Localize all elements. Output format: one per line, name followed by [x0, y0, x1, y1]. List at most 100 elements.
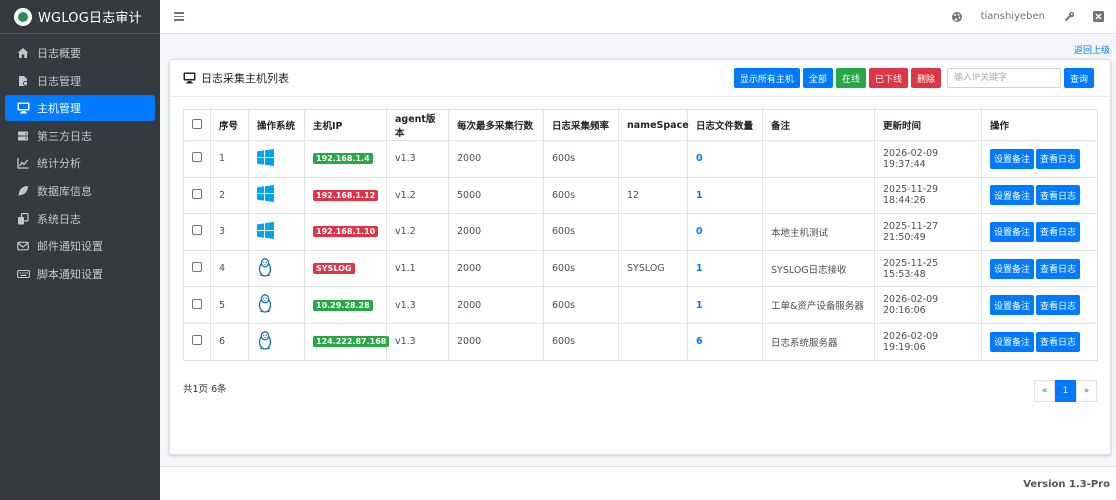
back-link[interactable]: 返回上级: [1074, 43, 1110, 56]
prev-page-button[interactable]: «: [1034, 380, 1055, 402]
view-log-button[interactable]: 查看日志: [1036, 331, 1081, 352]
linux-icon: [257, 330, 273, 353]
file-count-link[interactable]: 0: [696, 153, 703, 164]
file-count-link[interactable]: 1: [696, 300, 703, 311]
column-header: 日志文件数量: [687, 109, 763, 141]
sidebar-item-1[interactable]: 日志概要: [5, 40, 155, 66]
set-note-button[interactable]: 设置备注: [990, 148, 1035, 169]
ip-badge: 10.29.28.28: [313, 299, 373, 311]
pagination: « 1 »: [1034, 380, 1097, 402]
host-list-card: 日志采集主机列表 显示所有主机 全部 在线 已下线 删除 查询: [169, 59, 1111, 455]
file-count-link[interactable]: 6: [696, 336, 703, 347]
max-lines-cell: 5000: [457, 189, 482, 201]
note-cell: SYSLOG日志接收: [771, 264, 847, 276]
file-count-link[interactable]: 1: [696, 263, 703, 274]
column-header: 主机IP: [304, 109, 387, 141]
username[interactable]: tianshiyeben: [981, 11, 1045, 22]
show-all-hosts-button[interactable]: 显示所有主机: [733, 68, 800, 88]
frequency-cell: 600s: [552, 263, 576, 275]
key-icon[interactable]: [1063, 11, 1075, 23]
sidebar-item-label: 日志管理: [37, 74, 81, 88]
view-log-button[interactable]: 查看日志: [1036, 221, 1081, 242]
palette-icon[interactable]: [951, 11, 963, 23]
column-header: nameSpace: [618, 109, 689, 141]
sidebar-item-7[interactable]: 系统日志: [5, 206, 155, 232]
sidebar-item-label: 第三方日志: [37, 129, 92, 143]
version-label: Version 1.3-Pro: [1023, 479, 1110, 490]
column-header: agent版本: [386, 109, 449, 141]
max-lines-cell: 2000: [457, 153, 482, 165]
set-note-button[interactable]: 设置备注: [990, 331, 1035, 352]
sidebar-item-4[interactable]: 第三方日志: [5, 123, 155, 149]
all-button[interactable]: 全部: [802, 68, 833, 88]
envelope-icon: [16, 239, 30, 253]
agent-version-cell: v1.3: [395, 153, 416, 165]
delete-button[interactable]: 删除: [910, 68, 941, 88]
frequency-cell: 600s: [552, 299, 576, 311]
keyboard-icon: [16, 267, 30, 281]
updated-time-cell: 2026-02-09 19:19:06: [883, 330, 939, 353]
max-lines-cell: 2000: [457, 299, 482, 311]
sidebar-item-label: 脚本通知设置: [37, 267, 103, 281]
row-checkbox[interactable]: [192, 298, 202, 309]
file-count-link[interactable]: 1: [696, 190, 703, 201]
updated-time-cell: 2025-11-29 18:44:26: [883, 184, 939, 207]
sidebar-item-6[interactable]: 数据库信息: [5, 178, 155, 204]
row-checkbox[interactable]: [192, 262, 202, 273]
column-header: 日志采集频率: [543, 109, 619, 141]
offline-button[interactable]: 已下线: [868, 68, 908, 88]
agent-version-cell: v1.1: [395, 263, 416, 275]
agent-version-cell: v1.3: [395, 336, 416, 348]
column-header: 每次最多采集行数: [448, 109, 544, 141]
main-footer: Version 1.3-Pro: [160, 466, 1116, 500]
ip-search-input[interactable]: [946, 68, 1061, 88]
copy-icon: [16, 212, 30, 226]
home-icon: [16, 46, 30, 60]
max-lines-cell: 2000: [457, 336, 482, 348]
table-row: 6 124.222.87.168 v1.3 2000 600s 6 日志系统服务器 2026-…: [183, 322, 1098, 361]
seq-cell: 6: [219, 336, 226, 348]
set-note-button[interactable]: 设置备注: [990, 258, 1035, 279]
sidebar-item-3[interactable]: 主机管理: [5, 95, 155, 122]
note-cell: 本地主机测试: [771, 227, 829, 239]
column-header: 备注: [762, 109, 875, 141]
seq-cell: 1: [219, 153, 226, 165]
card-title: 日志采集主机列表: [183, 70, 289, 86]
column-header: 操作: [981, 109, 1098, 141]
set-note-button[interactable]: 设置备注: [990, 221, 1035, 242]
row-checkbox[interactable]: [192, 225, 202, 236]
logout-icon[interactable]: [1093, 11, 1104, 22]
view-log-button[interactable]: 查看日志: [1036, 295, 1081, 316]
sidebar-item-8[interactable]: 邮件通知设置: [5, 233, 155, 259]
sidebar-nav: 日志概要日志管理主机管理第三方日志统计分析 数据库信息 系统日志 邮件通知设置脚本通知…: [0, 34, 160, 287]
sidebar-item-2[interactable]: 日志管理: [5, 68, 155, 94]
frequency-cell: 600s: [552, 153, 576, 165]
sidebar-item-label: 日志概要: [37, 47, 81, 60]
menu-toggle-icon[interactable]: [174, 12, 184, 21]
set-note-button[interactable]: 设置备注: [990, 295, 1035, 316]
ip-badge: 192.168.1.4: [313, 153, 373, 165]
view-log-button[interactable]: 查看日志: [1036, 258, 1081, 279]
column-header: 更新时间: [874, 109, 982, 141]
next-page-button[interactable]: »: [1076, 380, 1097, 402]
column-header: 序号: [210, 109, 249, 141]
row-checkbox[interactable]: [192, 335, 202, 346]
linux-icon: [257, 257, 273, 280]
row-checkbox[interactable]: [192, 152, 202, 163]
sidebar-item-9[interactable]: 脚本通知设置: [5, 261, 155, 287]
file-count-link[interactable]: 0: [696, 226, 703, 237]
brand-logo-icon: [14, 7, 32, 26]
view-log-button[interactable]: 查看日志: [1036, 185, 1081, 206]
online-button[interactable]: 在线: [835, 68, 866, 88]
brand[interactable]: WGLOG日志审计: [0, 0, 160, 34]
chart-line-icon: [16, 156, 30, 170]
view-log-button[interactable]: 查看日志: [1036, 148, 1081, 169]
ip-badge: 124.222.87.168: [313, 336, 390, 348]
set-note-button[interactable]: 设置备注: [990, 185, 1035, 206]
frequency-cell: 600s: [552, 189, 576, 201]
select-all-checkbox[interactable]: [192, 118, 202, 129]
page-1-button[interactable]: 1: [1055, 380, 1076, 402]
query-button[interactable]: 查询: [1063, 68, 1094, 88]
sidebar-item-5[interactable]: 统计分析: [5, 150, 155, 176]
row-checkbox[interactable]: [192, 188, 202, 199]
